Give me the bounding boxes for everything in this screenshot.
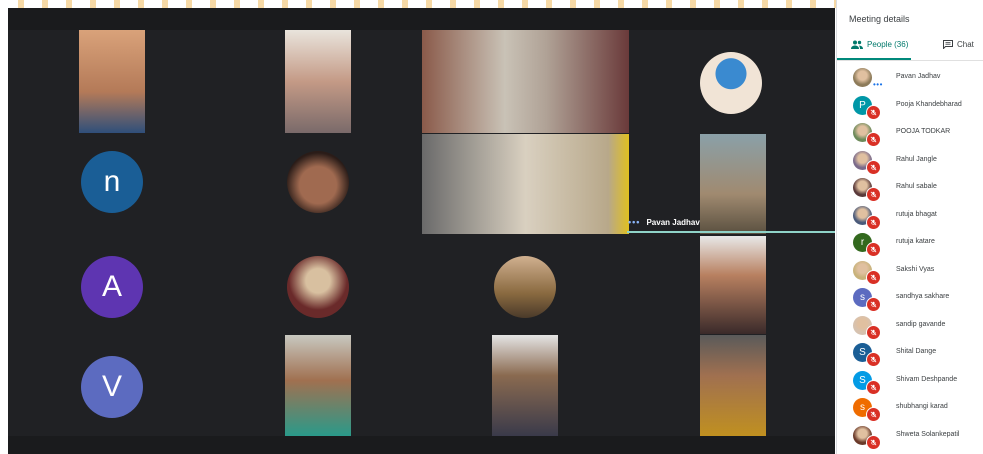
participant-row[interactable]: Shweta Solankepatil (837, 424, 983, 451)
participant-row[interactable]: sandip gavande (837, 314, 983, 341)
avatar-letter: A (101, 270, 122, 303)
grid-top-band (8, 8, 835, 30)
participant-row[interactable]: r rutuja katare (837, 231, 983, 258)
participant-name: Shital Dange (896, 348, 937, 355)
participant-initial: r (860, 237, 865, 248)
participant-row[interactable]: Sakshi Vyas (837, 259, 983, 286)
avatar-letter: V (101, 370, 122, 403)
more-options-icon[interactable]: ••• (628, 217, 640, 227)
pinned-indicator-line (627, 231, 835, 233)
video-tile[interactable] (79, 30, 145, 133)
participant-video-avatar[interactable] (494, 256, 556, 318)
participant-video-avatar[interactable] (287, 151, 349, 213)
participant-row[interactable]: S Shital Dange (837, 341, 983, 368)
panel-title: Meeting details (849, 14, 910, 24)
pinned-participant-name: Pavan Jadhav (646, 217, 700, 227)
participant-initial: P (859, 99, 866, 111)
participant-name: sandhya sakhare (896, 293, 950, 300)
participant-name: Shweta Solankepatil (896, 430, 960, 438)
mic-off-icon (866, 132, 881, 147)
video-tile[interactable] (700, 134, 766, 234)
participant-row[interactable]: P Pooja Khandebharad (837, 94, 983, 121)
side-panel: Meeting details People (36) Chat ••• Pava… (836, 0, 983, 454)
participant-row[interactable]: ••• Pavan Jadhav (837, 66, 983, 93)
mic-off-icon (866, 434, 881, 450)
mic-off-icon (866, 242, 881, 257)
video-tile[interactable] (492, 335, 558, 436)
participant-initial: S (859, 347, 866, 358)
video-tile[interactable] (285, 335, 351, 436)
mic-off-icon (866, 352, 881, 367)
mic-off-icon (866, 269, 881, 285)
active-tab-indicator (837, 58, 911, 60)
participant-video-avatar[interactable] (287, 256, 349, 318)
chat-icon (943, 40, 953, 49)
participant-row[interactable]: POOJA TODKAR (837, 121, 983, 148)
mic-off-icon (866, 297, 881, 312)
participant-initial: S (859, 374, 866, 386)
tab-chat-label: Chat (957, 40, 974, 49)
participant-avatar[interactable]: A (81, 256, 143, 318)
participant-avatar (853, 68, 872, 87)
tab-chat[interactable]: Chat (943, 40, 974, 49)
mic-off-icon (866, 379, 881, 395)
participant-name: Sakshi Vyas (896, 265, 935, 273)
video-tile[interactable] (700, 335, 766, 436)
participant-name: Rahul sabale (896, 183, 937, 190)
mic-off-icon (866, 104, 881, 120)
participant-video-avatar[interactable] (700, 52, 762, 114)
grid-bottom-band (8, 436, 835, 454)
mic-off-icon (866, 407, 881, 422)
participant-name: Pavan Jadhav (896, 73, 941, 80)
participant-avatar[interactable]: V (81, 356, 143, 418)
mic-off-icon (866, 324, 881, 340)
participant-row[interactable]: Rahul Jangle (837, 149, 983, 176)
participant-initial: s (860, 402, 865, 413)
participant-row[interactable]: rutuja bhagat (837, 204, 983, 231)
mic-off-icon (866, 159, 881, 175)
avatar-letter: n (103, 165, 121, 198)
video-grid: n A V ••• Pavan Jadhav (8, 8, 835, 454)
people-icon (851, 40, 863, 49)
pinned-participant-label: ••• Pavan Jadhav (628, 215, 700, 229)
speaking-indicator-icon: ••• (873, 80, 883, 89)
participant-initial: s (860, 292, 865, 303)
participant-name: Pooja Khandebharad (896, 100, 962, 108)
participant-row[interactable]: S Shivam Deshpande (837, 369, 983, 396)
mic-off-icon (866, 187, 881, 202)
video-tile[interactable] (422, 30, 629, 133)
participant-name: sandip gavande (896, 320, 946, 328)
tab-people-label: People (36) (867, 40, 909, 49)
participant-name: POOJA TODKAR (896, 128, 951, 135)
mic-off-icon (866, 214, 881, 230)
video-tile[interactable] (422, 134, 629, 234)
participant-avatar[interactable]: n (81, 151, 143, 213)
participant-name: rutuja katare (896, 238, 935, 245)
participant-name: rutuja bhagat (896, 210, 937, 218)
panel-tabs: People (36) Chat (837, 34, 983, 61)
participant-row[interactable]: s sandhya sakhare (837, 286, 983, 313)
participant-row[interactable]: Rahul sabale (837, 176, 983, 203)
video-tile[interactable] (285, 30, 351, 133)
participant-name: Shivam Deshpande (896, 375, 958, 383)
participant-name: Rahul Jangle (896, 155, 937, 163)
participant-row[interactable]: s shubhangi karad (837, 396, 983, 423)
video-tile[interactable] (700, 236, 766, 334)
tab-people[interactable]: People (36) (851, 40, 908, 49)
participant-name: shubhangi karad (896, 403, 948, 410)
